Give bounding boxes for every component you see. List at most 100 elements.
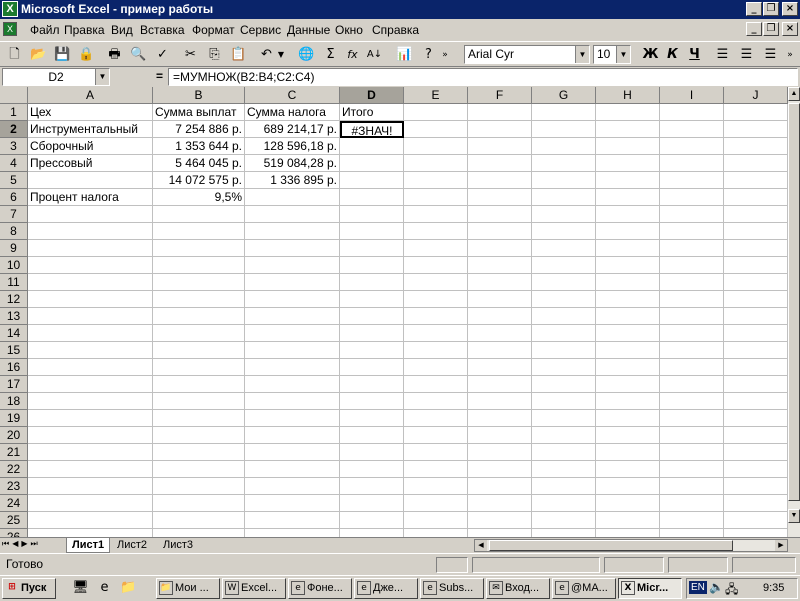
scroll-thumb[interactable] [788, 103, 800, 501]
cell-j10[interactable] [724, 257, 788, 274]
cell-d17[interactable] [340, 376, 404, 393]
cell-h22[interactable] [596, 461, 660, 478]
cell-d26[interactable] [340, 529, 404, 537]
chevron-down-icon[interactable]: ▼ [616, 46, 630, 63]
row-header[interactable]: 4 [0, 155, 28, 172]
cell-j8[interactable] [724, 223, 788, 240]
cell-g23[interactable] [532, 478, 596, 495]
cell-i13[interactable] [660, 308, 724, 325]
cell-g5[interactable] [532, 172, 596, 189]
cell-i10[interactable] [660, 257, 724, 274]
cell-g26[interactable] [532, 529, 596, 537]
language-indicator[interactable]: EN [689, 581, 707, 594]
cell-h10[interactable] [596, 257, 660, 274]
volume-icon[interactable]: 🔈 [709, 580, 724, 594]
cell-b6[interactable]: 9,5% [153, 189, 245, 206]
font-select[interactable]: Arial Cyr ▼ [464, 45, 590, 64]
cell-e9[interactable] [404, 240, 468, 257]
cell-j14[interactable] [724, 325, 788, 342]
cell-d12[interactable] [340, 291, 404, 308]
chevron-down-icon[interactable]: ▼ [575, 46, 589, 63]
italic-button[interactable]: К [662, 45, 683, 65]
font-size-select[interactable]: 10 ▼ [593, 45, 631, 64]
cell-j21[interactable] [724, 444, 788, 461]
cell-a13[interactable] [28, 308, 153, 325]
row-header[interactable]: 13 [0, 308, 28, 325]
cell-h26[interactable] [596, 529, 660, 537]
cell-j1[interactable] [724, 104, 788, 121]
row-header[interactable]: 18 [0, 393, 28, 410]
cell-b22[interactable] [153, 461, 245, 478]
cell-g13[interactable] [532, 308, 596, 325]
cell-c23[interactable] [245, 478, 340, 495]
cell-b7[interactable] [153, 206, 245, 223]
cell-h17[interactable] [596, 376, 660, 393]
cell-f11[interactable] [468, 274, 532, 291]
row-header[interactable]: 19 [0, 410, 28, 427]
horizontal-scrollbar[interactable]: ◀ ▶ [474, 539, 788, 552]
cell-i14[interactable] [660, 325, 724, 342]
cell-e19[interactable] [404, 410, 468, 427]
save-icon[interactable]: 💾 [52, 45, 73, 65]
column-header[interactable]: J [724, 87, 788, 104]
cell-c2[interactable]: 689 214,17 р. [245, 121, 340, 138]
menu-item[interactable]: Формат [192, 23, 235, 37]
cell-j18[interactable] [724, 393, 788, 410]
cell-f21[interactable] [468, 444, 532, 461]
cell-c4[interactable]: 519 084,28 р. [245, 155, 340, 172]
cell-d16[interactable] [340, 359, 404, 376]
cell-d1[interactable]: Итого [340, 104, 404, 121]
align-right-icon[interactable]: ☰ [760, 45, 781, 65]
autosum-icon[interactable]: Σ [320, 45, 341, 65]
cell-f22[interactable] [468, 461, 532, 478]
cell-a11[interactable] [28, 274, 153, 291]
taskbar-item[interactable]: W Excel... [222, 578, 286, 599]
cell-g18[interactable] [532, 393, 596, 410]
cell-j6[interactable] [724, 189, 788, 206]
cell-b3[interactable]: 1 353 644 р. [153, 138, 245, 155]
underline-button[interactable]: Ч [684, 45, 705, 65]
cell-f2[interactable] [468, 121, 532, 138]
cell-e2[interactable] [404, 121, 468, 138]
cell-g22[interactable] [532, 461, 596, 478]
cell-f17[interactable] [468, 376, 532, 393]
cell-h14[interactable] [596, 325, 660, 342]
cell-j24[interactable] [724, 495, 788, 512]
cell-j26[interactable] [724, 529, 788, 537]
cell-h19[interactable] [596, 410, 660, 427]
spreadsheet-grid[interactable]: A B C D E F G H I J 1 Цех Сумма выплат Сумма налога Ит… [0, 87, 788, 537]
row-header[interactable]: 14 [0, 325, 28, 342]
cell-a5[interactable] [28, 172, 153, 189]
cell-d8[interactable] [340, 223, 404, 240]
cell-a10[interactable] [28, 257, 153, 274]
cell-i19[interactable] [660, 410, 724, 427]
sheet-nav-icon[interactable]: ⏮◀▶⏭ [2, 539, 41, 549]
cell-b13[interactable] [153, 308, 245, 325]
cell-j12[interactable] [724, 291, 788, 308]
cell-i7[interactable] [660, 206, 724, 223]
cell-d22[interactable] [340, 461, 404, 478]
formula-input[interactable]: =МУМНОЖ(B2:B4;C2:C4) [168, 68, 798, 86]
cell-e23[interactable] [404, 478, 468, 495]
row-header[interactable]: 23 [0, 478, 28, 495]
cell-a17[interactable] [28, 376, 153, 393]
cell-g8[interactable] [532, 223, 596, 240]
cell-b18[interactable] [153, 393, 245, 410]
row-header[interactable]: 15 [0, 342, 28, 359]
cell-i22[interactable] [660, 461, 724, 478]
scroll-thumb[interactable] [489, 540, 733, 551]
cell-b4[interactable]: 5 464 045 р. [153, 155, 245, 172]
paste-icon[interactable]: 📋 [228, 45, 249, 65]
help-icon[interactable]: ? [418, 45, 439, 65]
cell-a15[interactable] [28, 342, 153, 359]
print-preview-icon[interactable]: 🔍 [128, 45, 149, 65]
taskbar-item[interactable]: e Subs... [420, 578, 484, 599]
cell-h2[interactable] [596, 121, 660, 138]
cell-c10[interactable] [245, 257, 340, 274]
cell-d4[interactable] [340, 155, 404, 172]
workbook-icon[interactable]: X [3, 22, 17, 36]
cell-b20[interactable] [153, 427, 245, 444]
cell-f16[interactable] [468, 359, 532, 376]
cell-f12[interactable] [468, 291, 532, 308]
excel-icon[interactable]: X [2, 1, 18, 17]
